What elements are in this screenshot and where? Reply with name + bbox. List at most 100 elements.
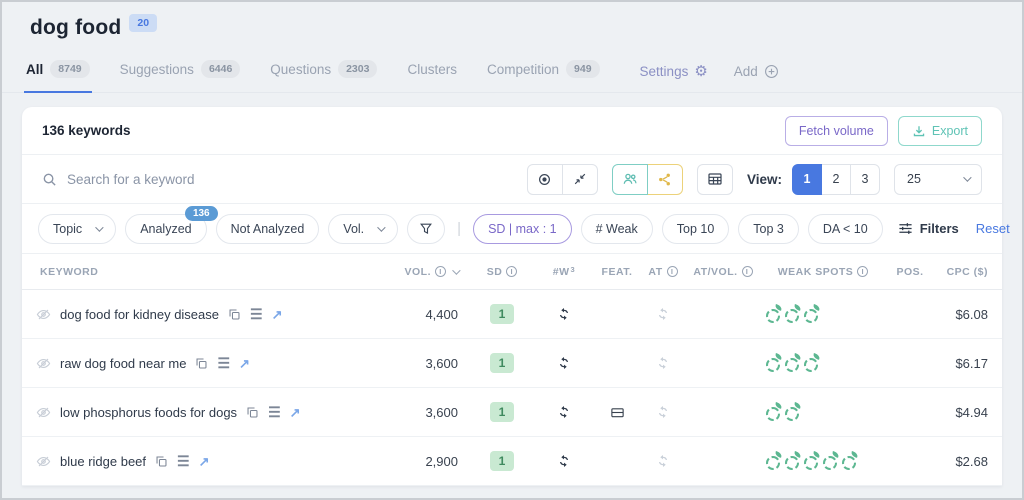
sd-max-label: SD | max : 1 (488, 221, 557, 236)
info-icon: i (666, 266, 678, 277)
tab-label: Suggestions (119, 61, 194, 77)
divider: | (457, 220, 462, 237)
analyzed-filter[interactable]: Analyzed 136 (125, 205, 218, 244)
refresh-icon[interactable] (656, 356, 670, 370)
quick-filter-top-10[interactable]: Top 10 (661, 213, 730, 244)
volume-cell: 3,600 (425, 404, 458, 420)
tab-add[interactable]: Add (734, 64, 779, 92)
hide-keyword-icon[interactable] (36, 356, 51, 371)
weak-spots-cell (758, 354, 888, 372)
refresh-icon[interactable] (557, 356, 571, 370)
featured-snippet-icon (610, 405, 625, 420)
tab-questions[interactable]: Questions 2303 (268, 60, 379, 93)
weak-spot-fruit-icon (766, 309, 780, 323)
weak-spot-fruit-icon (766, 407, 780, 421)
external-link-icon[interactable]: ↗ (272, 308, 283, 321)
tab-list: All 8749 Suggestions 6446 Questions 2303 Clust… (24, 60, 602, 93)
page-size-value: 25 (907, 172, 921, 186)
column-header-at: AT i (638, 266, 688, 278)
hide-keyword-icon[interactable] (36, 405, 51, 420)
page-size-select[interactable]: 25 (894, 163, 982, 195)
toolbar-right: View: 123 25 (526, 163, 982, 195)
external-link-icon[interactable]: ↗ (239, 357, 250, 370)
tab-label: Clusters (407, 61, 457, 77)
table-row: raw dog food near me ☰ ↗ 3,600 1 $6.17 (22, 339, 1002, 388)
topic-filter[interactable]: Topic (38, 213, 117, 244)
funnel-filter[interactable] (407, 213, 446, 244)
keyword-text: low phosphorus foods for dogs (60, 404, 238, 420)
quick-filter-weak[interactable]: # Weak (580, 213, 653, 244)
external-link-icon[interactable]: ↗ (290, 406, 301, 419)
analyzed-count-badge: 136 (184, 205, 218, 221)
hide-keyword-icon[interactable] (36, 307, 51, 322)
location-button[interactable] (526, 163, 563, 195)
tab-clusters[interactable]: Clusters (405, 60, 459, 93)
refresh-icon[interactable] (557, 307, 571, 321)
filters-toggle[interactable]: Filters (898, 221, 959, 236)
collapse-button[interactable] (561, 163, 598, 195)
keyword-cell: low phosphorus foods for dogs ☰ ↗ (22, 405, 400, 420)
table-header: KEYWORD VOL. i SD i #W 3 FEAT. AT i AT/VOL. i WEAK S… (22, 254, 1002, 290)
copy-icon[interactable] (155, 455, 168, 468)
export-button[interactable]: Export (897, 115, 982, 146)
quick-filters: # Weak Top 10 Top 3 DA < 10 (580, 213, 883, 244)
serp-list-icon[interactable]: ☰ (177, 454, 190, 468)
copy-icon[interactable] (195, 357, 208, 370)
view-switcher: View: 123 (746, 163, 880, 195)
sliders-icon (898, 221, 913, 236)
view-option-3[interactable]: 3 (850, 163, 880, 195)
tab-settings[interactable]: Settings ⚙ (640, 64, 708, 92)
view-option-2[interactable]: 2 (821, 163, 851, 195)
search-icon (42, 172, 57, 187)
volume-filter[interactable]: Vol. (328, 213, 399, 244)
weak-spot-fruit-icon (785, 309, 799, 323)
view-label: View: (746, 171, 782, 187)
column-header-vol[interactable]: VOL. i (400, 266, 472, 278)
serp-list-icon[interactable]: ☰ (217, 356, 230, 370)
volume-label: Vol. (343, 221, 365, 236)
chevron-down-icon (95, 222, 104, 232)
filters-label: Filters (919, 221, 959, 236)
fetch-volume-button[interactable]: Fetch volume (784, 115, 888, 146)
table-body: dog food for kidney disease ☰ ↗ 4,400 1 $6.08… (22, 290, 1002, 486)
tab-label: Competition (486, 61, 560, 77)
share-button[interactable] (646, 163, 683, 195)
refresh-icon[interactable] (656, 454, 670, 468)
info-icon: i (741, 266, 753, 277)
refresh-icon[interactable] (557, 405, 571, 419)
tab-bar: All 8749 Suggestions 6446 Questions 2303 Clust… (2, 60, 1022, 93)
serp-list-icon[interactable]: ☰ (250, 307, 263, 321)
weak-spot-fruit-icon (804, 309, 818, 323)
team-button[interactable] (611, 163, 648, 195)
tab-all[interactable]: All 8749 (24, 60, 92, 93)
view-option-1[interactable]: 1 (792, 163, 822, 195)
export-label: Export (931, 123, 968, 138)
refresh-icon[interactable] (656, 405, 670, 419)
table-view-button[interactable] (696, 163, 733, 195)
quick-filter-da-10[interactable]: DA < 10 (807, 213, 883, 244)
table-row: dog food for kidney disease ☰ ↗ 4,400 1 $6.08 (22, 290, 1002, 339)
refresh-icon[interactable] (557, 454, 571, 468)
reset-link[interactable]: Reset (976, 221, 1010, 236)
copy-icon[interactable] (246, 406, 259, 419)
serp-list-icon[interactable]: ☰ (268, 405, 281, 419)
view-options: 123 (792, 163, 880, 195)
column-header-pos: POS. (896, 265, 924, 278)
tab-competition[interactable]: Competition 949 (485, 60, 602, 93)
copy-icon[interactable] (228, 308, 241, 321)
not-analyzed-filter[interactable]: Not Analyzed (215, 213, 320, 244)
keywords-count: 136 keywords (42, 123, 131, 138)
allintitle-cell (638, 356, 688, 370)
tab-suggestions[interactable]: Suggestions 6446 (118, 60, 243, 93)
external-link-icon[interactable]: ↗ (199, 455, 210, 468)
refresh-icon[interactable] (656, 307, 670, 321)
column-header-weak-spots: WEAK SPOTS i (758, 266, 888, 278)
hide-keyword-icon[interactable] (36, 454, 51, 469)
cpc-cell: $6.08 (955, 306, 988, 322)
share-group (611, 163, 683, 195)
sd-max-filter[interactable]: SD | max : 1 (473, 213, 572, 244)
sd-badge: 1 (490, 451, 514, 471)
tab-count-badge: 949 (566, 60, 600, 78)
search-input[interactable] (67, 171, 367, 187)
quick-filter-top-3[interactable]: Top 3 (738, 213, 799, 244)
